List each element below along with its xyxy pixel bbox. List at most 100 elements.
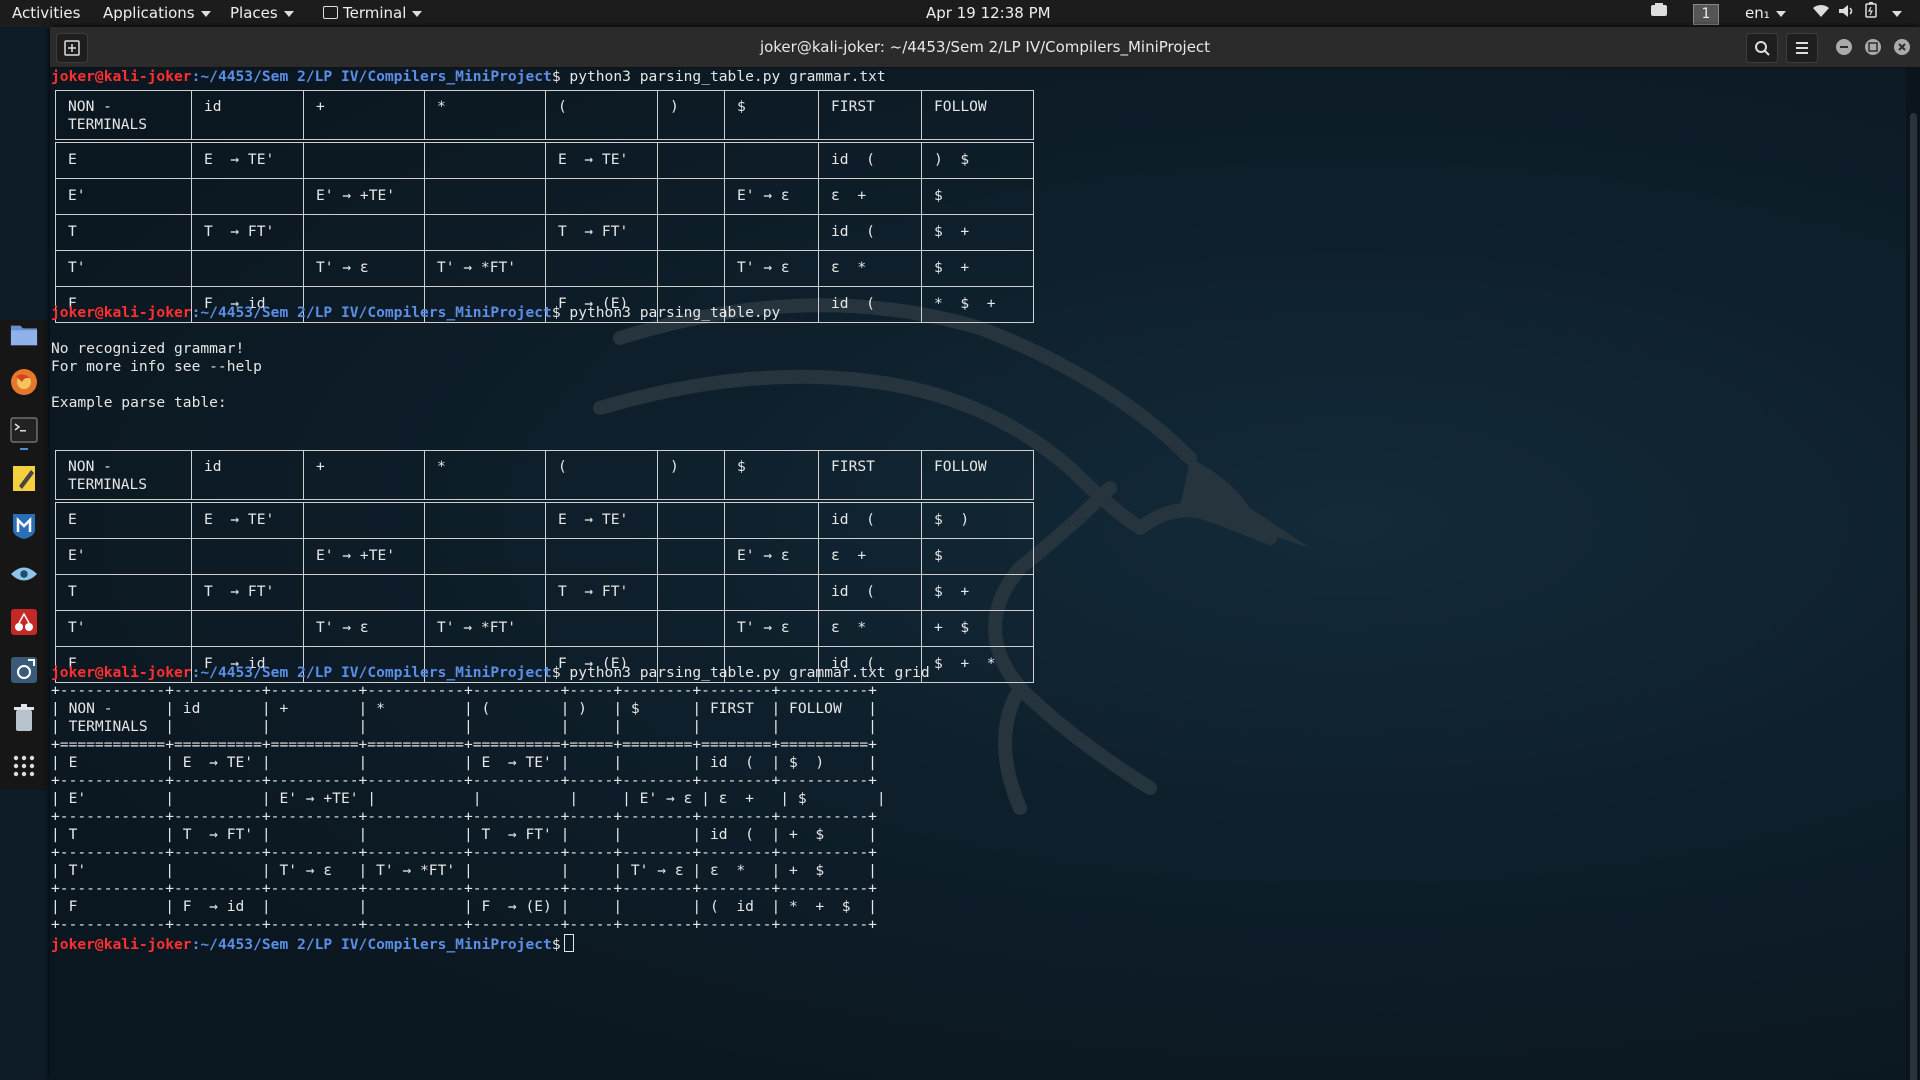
- column-header: (: [545, 450, 658, 501]
- language-label: en₁: [1745, 4, 1770, 22]
- trash-icon[interactable]: [10, 704, 38, 732]
- table-cell: ε +: [818, 537, 922, 575]
- prompt-line-3: joker@kali-joker:~/4453/Sem 2/LP IV/Comp…: [51, 664, 930, 682]
- table-cell: T': [55, 249, 192, 287]
- table-cell: $ ): [921, 500, 1034, 539]
- column-header: FOLLOW: [921, 450, 1034, 501]
- column-header: FOLLOW: [921, 90, 1034, 141]
- table-cell: [657, 213, 725, 251]
- table-cell: ε *: [818, 609, 922, 647]
- chevron-down-icon: [412, 10, 423, 17]
- table-cell: T' → *FT': [424, 609, 546, 647]
- prompt-line-1: joker@kali-joker:~/4453/Sem 2/LP IV/Comp…: [51, 68, 886, 86]
- workspace-indicator[interactable]: 1: [1693, 0, 1719, 27]
- firefox-icon[interactable]: [10, 368, 38, 396]
- applications-label: Applications: [103, 4, 195, 22]
- prompt-dollar: $: [551, 304, 561, 321]
- table-row: TT → FT' T → FT' id ($ +: [55, 213, 1034, 251]
- table-row: TT → FT' T → FT' id ($ +: [55, 573, 1034, 611]
- top-bar: Activities Applications Places Terminal …: [0, 0, 1920, 27]
- column-header: $: [724, 450, 819, 501]
- places-menu[interactable]: Places: [230, 0, 294, 27]
- menu-button[interactable]: [1786, 33, 1818, 63]
- table-cell: [657, 249, 725, 287]
- table-header-row: NON - TERMINALS id + *() $ FIRST FOLLOW: [55, 90, 1034, 141]
- dock: [0, 320, 47, 790]
- search-button[interactable]: [1746, 33, 1778, 63]
- table-row: T' T' → ε T' → *FT' T' → εε * + $: [55, 609, 1034, 647]
- table-cell: + $: [921, 609, 1034, 647]
- table-cell: E: [55, 140, 192, 179]
- metasploit-icon[interactable]: [10, 512, 38, 540]
- table-cell: [545, 537, 658, 575]
- battery-icon[interactable]: [1865, 0, 1877, 27]
- table-cell: id (: [818, 500, 922, 539]
- window-header: joker@kali-joker: ~/4453/Sem 2/LP IV/Com…: [50, 27, 1920, 68]
- prompt-user: joker@kali-joker: [51, 304, 192, 321]
- example-heading: Example parse table:: [51, 394, 227, 411]
- table-cell: T' → ε: [724, 609, 819, 647]
- column-header: +: [303, 450, 425, 501]
- scrollbar-thumb[interactable]: [1910, 113, 1917, 1080]
- column-header: (: [545, 90, 658, 141]
- column-header: ): [657, 450, 725, 501]
- wifi-icon[interactable]: [1812, 0, 1830, 27]
- table-cell: id (: [818, 285, 922, 323]
- table-cell: T → FT': [191, 213, 304, 251]
- system-menu[interactable]: [1886, 0, 1902, 27]
- table-row: T' T' → ε T' → *FT' T' → εε * $ +: [55, 249, 1034, 287]
- table-cell: [191, 249, 304, 287]
- table-cell: ε *: [818, 249, 922, 287]
- close-button[interactable]: [1894, 39, 1910, 55]
- extension-icon[interactable]: [1650, 0, 1668, 27]
- language-selector[interactable]: en₁: [1745, 0, 1786, 27]
- error-message: No recognized grammar!: [51, 340, 245, 357]
- prompt-user: joker@kali-joker: [51, 664, 192, 681]
- table-cell: T → FT': [545, 573, 658, 611]
- table-cell: T: [55, 573, 192, 611]
- table-cell: [657, 500, 725, 539]
- column-header: NON - TERMINALS: [55, 450, 192, 501]
- column-header: *: [424, 90, 546, 141]
- prompt-path: :~/4453/Sem 2/LP IV/Compilers_MiniProjec…: [191, 304, 552, 321]
- volume-icon[interactable]: [1838, 0, 1856, 27]
- table-cell: T': [55, 609, 192, 647]
- column-header: id: [191, 450, 304, 501]
- places-label: Places: [230, 4, 278, 22]
- table-cell: id (: [818, 573, 922, 611]
- minimize-button[interactable]: [1836, 39, 1852, 55]
- terminal-output[interactable]: joker@kali-joker:~/4453/Sem 2/LP IV/Comp…: [50, 68, 1906, 1080]
- command-text: python3 parsing_table.py grammar.txt: [560, 68, 886, 85]
- clock[interactable]: Apr 19 12:38 PM: [926, 0, 1051, 27]
- chevron-down-icon: [1892, 10, 1902, 17]
- cherrytree-icon[interactable]: [10, 608, 38, 636]
- table-cell: [545, 609, 658, 647]
- text-cursor: [563, 934, 574, 952]
- table-cell: T: [55, 213, 192, 251]
- app-grid-icon[interactable]: [10, 752, 38, 780]
- table-cell: [424, 537, 546, 575]
- table-cell: [303, 500, 425, 539]
- files-icon[interactable]: [10, 320, 38, 348]
- terminal-icon[interactable]: [10, 416, 38, 444]
- notes-icon[interactable]: [10, 464, 38, 492]
- table-cell: [424, 573, 546, 611]
- activities-button[interactable]: Activities: [12, 0, 80, 27]
- table-cell: [657, 573, 725, 611]
- prompt-path: :~/4453/Sem 2/LP IV/Compilers_MiniProjec…: [191, 936, 552, 953]
- burpsuite-icon[interactable]: [10, 656, 38, 684]
- column-header: FIRST: [818, 90, 922, 141]
- table-cell: [545, 249, 658, 287]
- column-header: $: [724, 90, 819, 141]
- applications-menu[interactable]: Applications: [103, 0, 211, 27]
- column-header: FIRST: [818, 450, 922, 501]
- command-text: python3 parsing_table.py grammar.txt gri…: [560, 664, 930, 681]
- table-cell: T' → ε: [303, 249, 425, 287]
- maximize-button[interactable]: [1865, 39, 1881, 55]
- scrollbar[interactable]: [1906, 68, 1920, 1080]
- table-cell: $ +: [921, 573, 1034, 611]
- window-title: joker@kali-joker: ~/4453/Sem 2/LP IV/Com…: [759, 38, 1211, 56]
- parse-table-1: NON - TERMINALS id + *() $ FIRST FOLLOW E E → TE…: [55, 90, 1034, 323]
- eye-icon[interactable]: [10, 560, 38, 588]
- terminal-app-menu[interactable]: Terminal: [323, 0, 423, 27]
